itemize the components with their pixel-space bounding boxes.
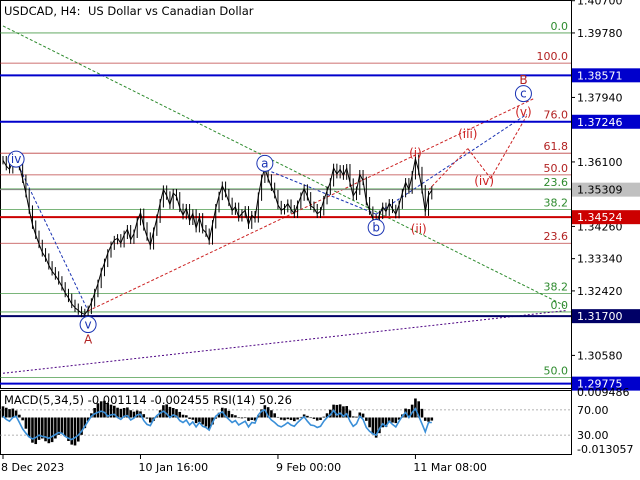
fibo-label: 38.2 (544, 280, 569, 293)
price-tick-label: 1.40700 (577, 0, 623, 8)
level-price-text: 1.38571 (577, 69, 623, 82)
fibo-label: 38.2 (544, 197, 569, 210)
price-tick-label: 1.39780 (577, 27, 623, 40)
level-price-text: 1.34524 (577, 211, 623, 224)
chart-window: 0.0 100.0 76.0 61.8 50.0 23.6 38.2 23.6 38.2 0.0 5… (0, 0, 640, 480)
price-tick-label: 1.36100 (577, 156, 623, 169)
price-tick-label: 1.37940 (577, 91, 623, 104)
time-tick-label: 10 Jan 16:00 (138, 461, 208, 474)
indicator-tick-label: 30.00 (577, 429, 609, 442)
wave-label: B (519, 73, 527, 87)
indicator-label: MACD(5,34,5) -0.001114 -0.002455 RSI(14)… (4, 393, 292, 407)
price-tick-label: 1.30580 (577, 349, 623, 362)
wave-label: (iv) (474, 174, 494, 188)
fibo-label: 100.0 (537, 50, 569, 63)
fibo-label: 50.0 (544, 162, 569, 175)
fibo-label: 23.6 (544, 230, 569, 243)
wave-label: A (84, 332, 93, 346)
price-chart[interactable]: 0.0100.076.061.850.023.638.223.638.20.05… (0, 0, 640, 480)
fibo-label: 23.6 (544, 176, 569, 189)
indicator-tick-label: 0.009486 (577, 386, 630, 399)
fibo-label: 76.0 (544, 109, 569, 122)
price-tick-label: 1.33340 (577, 253, 623, 266)
time-tick-label: 8 Dec 2023 (1, 461, 64, 474)
fibo-label: 50.0 (544, 364, 569, 377)
level-price-text: 1.35309 (577, 184, 623, 197)
wave-label: c (520, 87, 527, 101)
time-tick-label: 9 Feb 00:00 (276, 461, 341, 474)
fibo-label: 0.0 (551, 299, 569, 312)
indicator-tick-label: -0.013057 (577, 443, 633, 456)
wave-label: (ii) (411, 222, 427, 236)
wave-label: a (261, 156, 268, 170)
time-tick-label: 11 Mar 08:00 (413, 461, 486, 474)
wave-label: (v) (515, 105, 531, 119)
wave-label: iv (11, 152, 21, 166)
chart-symbol: USDCAD, H4: (4, 4, 80, 18)
fibo-label: 0.0 (551, 20, 569, 33)
price-tick-label: 1.32420 (577, 285, 623, 298)
wave-label: b (372, 220, 380, 234)
wave-label: (iii) (458, 127, 477, 141)
wave-label: v (85, 318, 92, 332)
wave-label: (i) (409, 146, 422, 160)
indicator-tick-label: 70.00 (577, 404, 609, 417)
level-price-text: 1.37246 (577, 116, 623, 129)
chart-description: US Dollar vs Canadian Dollar (88, 4, 254, 18)
fibo-label: 61.8 (544, 140, 569, 153)
level-price-text: 1.31700 (577, 310, 623, 323)
